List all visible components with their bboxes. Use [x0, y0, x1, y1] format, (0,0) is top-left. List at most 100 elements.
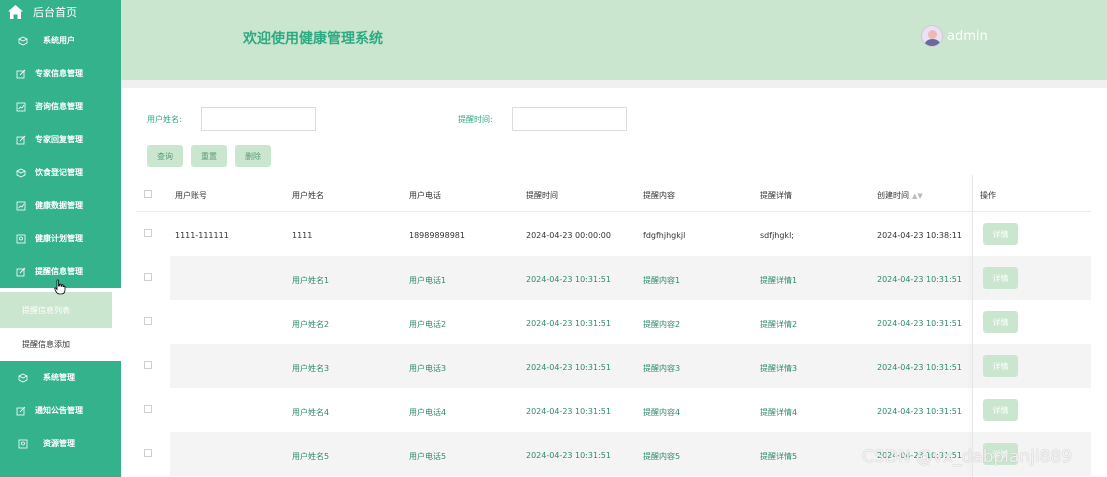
sidebar-home-label: 后台首页	[33, 6, 77, 19]
edit-icon	[16, 69, 26, 79]
image-icon	[18, 439, 28, 449]
sidebar-item-expert-reply[interactable]: 专家回复管理	[0, 123, 121, 156]
table-cell: 2024-04-23 10:31:51	[526, 407, 611, 416]
username-search-label: 用户姓名:	[147, 115, 182, 124]
table-cell: 提醒详情4	[760, 408, 798, 417]
column-header: 提醒内容	[643, 191, 675, 200]
reminder-table: 用户账号 用户姓名 用户电话 提醒时间 提醒内容 提醒详情 创建时间 ▲▼ 操作 …	[136, 175, 1091, 477]
sidebar-item-expert-info[interactable]: 专家信息管理	[0, 57, 121, 90]
reset-button[interactable]: 重置	[191, 145, 227, 167]
submenu-item-reminder-add[interactable]: 提醒信息添加	[0, 328, 121, 361]
username: admin	[947, 28, 988, 44]
table-cell: 提醒详情1	[760, 276, 798, 285]
column-header: 提醒时间	[526, 191, 558, 200]
table-cell: 提醒内容3	[643, 364, 681, 373]
page-title: 欢迎使用健康管理系统	[243, 31, 383, 47]
sidebar-item-label: 提醒信息管理	[35, 267, 83, 276]
sidebar-item-label: 饮食登记管理	[35, 168, 83, 177]
sidebar-item-system-users[interactable]: 系统用户	[0, 24, 121, 57]
sidebar-item-health-data[interactable]: 健康数据管理	[0, 189, 121, 222]
select-all-checkbox[interactable]	[144, 190, 152, 198]
sidebar-item-label: 资源管理	[43, 439, 75, 448]
table-cell: 2024-04-23 10:31:51	[526, 275, 611, 284]
table-cell: 提醒详情5	[760, 452, 798, 461]
chart-icon	[16, 201, 26, 211]
submenu-item-reminder-list[interactable]: 提醒信息列表	[0, 292, 112, 328]
sidebar-item-consult-info[interactable]: 咨询信息管理	[0, 90, 121, 123]
column-header-label: 创建时间	[877, 191, 909, 200]
header-divider	[121, 80, 1107, 88]
table-cell: 1111-111111	[175, 231, 229, 240]
remind-time-label: 提醒时间:	[458, 115, 493, 124]
avatar	[921, 25, 943, 47]
row-checkbox[interactable]	[144, 361, 152, 369]
table-cell: 用户姓名4	[292, 408, 330, 417]
watermark: CSDN @vx_dabpianji889	[862, 447, 1073, 467]
delete-button[interactable]: 删除	[235, 145, 271, 167]
detail-button[interactable]: 详情	[983, 267, 1018, 289]
edit-icon	[16, 406, 26, 416]
sidebar-item-resources[interactable]: 资源管理	[0, 427, 121, 460]
detail-button[interactable]: 详情	[983, 399, 1018, 421]
sidebar-item-label: 专家回复管理	[35, 135, 83, 144]
sidebar-item-label: 通知公告管理	[35, 406, 83, 415]
submenu-item-label: 提醒信息列表	[22, 305, 70, 315]
table-cell: 提醒详情3	[760, 364, 798, 373]
table-cell: 1111	[292, 231, 313, 240]
column-header-created[interactable]: 创建时间 ▲▼	[877, 190, 923, 201]
sort-icon[interactable]: ▲▼	[912, 192, 923, 200]
sidebar-item-label: 专家信息管理	[35, 69, 83, 78]
table-cell: 提醒内容2	[643, 320, 681, 329]
cube-icon	[16, 168, 26, 178]
sidebar-home[interactable]: 后台首页	[0, 0, 121, 24]
table-cell: 用户电话5	[409, 452, 447, 461]
sidebar-item-diet[interactable]: 饮食登记管理	[0, 156, 121, 189]
table-row: 用户姓名1 用户电话1 2024-04-23 10:31:51 提醒内容1 提醒详情1 2…	[136, 256, 1091, 300]
row-checkbox[interactable]	[144, 405, 152, 413]
sidebar-item-notice[interactable]: 通知公告管理	[0, 394, 121, 427]
detail-button[interactable]: 详情	[983, 223, 1018, 245]
table-cell: 提醒详情2	[760, 320, 798, 329]
column-header: 用户账号	[175, 191, 207, 200]
user-menu[interactable]: admin	[921, 25, 988, 47]
column-header: 提醒详情	[760, 191, 792, 200]
remind-time-input[interactable]	[512, 107, 627, 131]
sidebar: 后台首页 系统用户 专家信息管理 咨询信息管理 专家回复管理 饮食登记管理 健康…	[0, 0, 121, 477]
username-search-input[interactable]	[201, 107, 316, 131]
row-checkbox[interactable]	[144, 449, 152, 457]
table-cell: 18989898981	[409, 231, 465, 240]
sidebar-submenu: 提醒信息列表 提醒信息添加	[0, 288, 121, 361]
home-icon	[8, 5, 23, 19]
sidebar-item-label: 系统用户	[43, 36, 75, 45]
table-cell: sdfjhgkl;	[760, 231, 794, 240]
detail-button[interactable]: 详情	[983, 311, 1018, 333]
table-cell: 用户姓名3	[292, 364, 330, 373]
table-cell: 用户电话2	[409, 320, 447, 329]
row-checkbox[interactable]	[144, 317, 152, 325]
edit-icon	[16, 135, 26, 145]
table-body: 1111-111111 1111 18989898981 2024-04-23 00:…	[136, 212, 1091, 476]
fixed-column-divider	[972, 175, 973, 477]
table-cell: 2024-04-23 10:31:51	[526, 451, 611, 460]
image-icon	[16, 234, 26, 244]
table-cell: fdgfhjhgkjl	[643, 231, 686, 240]
table-cell: 用户电话1	[409, 276, 447, 285]
sidebar-item-label: 健康数据管理	[35, 201, 83, 210]
edit-icon	[16, 267, 26, 277]
table-cell: 用户电话4	[409, 408, 447, 417]
sidebar-item-system-admin[interactable]: 系统管理	[0, 361, 121, 394]
table-cell: 提醒内容1	[643, 276, 681, 285]
hand-cursor-icon	[54, 279, 66, 295]
table-header-row: 用户账号 用户姓名 用户电话 提醒时间 提醒内容 提醒详情 创建时间 ▲▼ 操作	[136, 175, 1091, 212]
sidebar-item-label: 咨询信息管理	[35, 102, 83, 111]
row-checkbox[interactable]	[144, 229, 152, 237]
row-checkbox[interactable]	[144, 273, 152, 281]
detail-button[interactable]: 详情	[983, 355, 1018, 377]
cube-icon	[18, 373, 28, 383]
sidebar-item-health-plan[interactable]: 健康计划管理	[0, 222, 121, 255]
sidebar-item-label: 健康计划管理	[35, 234, 83, 243]
query-button[interactable]: 查询	[147, 145, 183, 167]
submenu-item-label: 提醒信息添加	[22, 340, 70, 349]
column-header: 用户电话	[409, 191, 441, 200]
table-cell: 2024-04-23 10:31:51	[877, 363, 962, 372]
